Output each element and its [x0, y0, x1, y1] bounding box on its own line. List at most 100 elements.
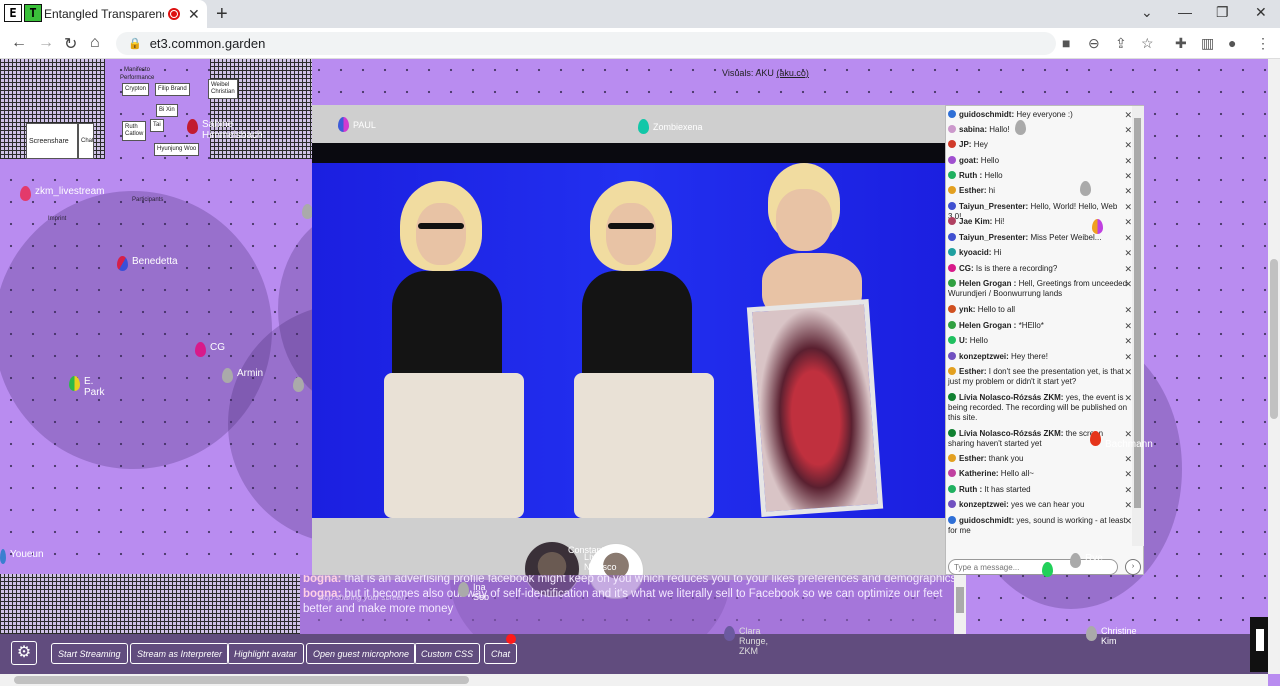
window-close-icon[interactable]: ✕	[1255, 4, 1267, 21]
start-streaming-button[interactable]: Start Streaming	[51, 643, 128, 664]
new-tab-button[interactable]: +	[216, 3, 228, 26]
share-icon[interactable]: ⇪	[1115, 35, 1127, 52]
delete-message-icon[interactable]: ✕	[1124, 485, 1132, 495]
avatar-anonymous[interactable]	[1015, 120, 1026, 135]
delete-message-icon[interactable]: ✕	[1124, 186, 1132, 196]
chat-user-dot-icon	[948, 140, 956, 148]
maximize-icon[interactable]: ❐	[1216, 4, 1229, 21]
map-node-ruth[interactable]: Ruth Catlow	[122, 121, 147, 141]
map-node-bixin[interactable]: Bi Xin	[156, 104, 178, 117]
avatar-cg[interactable]: CG	[195, 342, 225, 357]
chat-panel[interactable]: guidoschmidt: Hey everyone :) ✕ sabina: Ha…	[945, 105, 1144, 575]
delete-message-icon[interactable]: ✕	[1124, 156, 1132, 166]
screen-share-hint[interactable]: stop sharing your screen	[318, 593, 406, 602]
delete-message-icon[interactable]: ✕	[1124, 279, 1132, 289]
zoom-icon[interactable]: ⊖	[1088, 35, 1100, 52]
delete-message-icon[interactable]: ✕	[1124, 140, 1132, 150]
horizontal-scrollbar-thumb[interactable]	[14, 676, 469, 684]
open-guest-microphone-button[interactable]: Open guest microphone	[306, 643, 417, 664]
avatar-youeun[interactable]: Youeun	[0, 549, 44, 564]
delete-message-icon[interactable]: ✕	[1124, 248, 1132, 258]
custom-css-button[interactable]: Custom CSS	[414, 643, 481, 664]
settings-gear-icon[interactable]: ⚙	[11, 641, 37, 665]
avatar-lr[interactable]: LR	[1042, 562, 1070, 577]
video-figure-framed	[732, 163, 942, 518]
minimize-icon[interactable]: —	[1178, 4, 1192, 20]
camera-icon[interactable]: ■	[1062, 35, 1070, 51]
map-node-tai[interactable]: Tai	[150, 119, 164, 132]
map-node-weibel[interactable]: Weibel Christian	[208, 79, 238, 99]
delete-message-icon[interactable]: ✕	[1124, 352, 1132, 362]
avatar-anonymous-colored[interactable]	[1092, 219, 1103, 234]
profile-avatar-icon[interactable]: ●	[1228, 35, 1236, 51]
page-corner-widget[interactable]	[1250, 617, 1268, 672]
avatar-anonymous[interactable]	[1080, 181, 1091, 196]
delete-message-icon[interactable]: ✕	[1124, 336, 1132, 346]
chat-message: sabina: Hallo! ✕	[948, 125, 1132, 135]
highlight-avatar-button[interactable]: Highlight avatar	[227, 643, 304, 664]
transcript-scrollbar-thumb[interactable]	[956, 587, 964, 613]
browser-tab[interactable]: E T Entangled Transparency 3.0 ✕	[0, 0, 207, 28]
chat-scrollbar[interactable]	[1132, 106, 1144, 546]
delete-message-icon[interactable]: ✕	[1124, 321, 1132, 331]
menu-kebab-icon[interactable]: ⋮	[1256, 35, 1270, 52]
avatar-clara-runge[interactable]: Clara Runge, ZKM	[724, 626, 775, 656]
avatar-benedetta[interactable]: Benedetta	[117, 256, 178, 271]
close-tab-icon[interactable]: ✕	[188, 6, 200, 23]
avatar-armin[interactable]: Armin	[222, 368, 263, 383]
delete-message-icon[interactable]: ✕	[1124, 305, 1132, 315]
avatar-sabine[interactable]: Sabine Himmelsbach	[187, 119, 263, 141]
url-field[interactable]: 🔒 et3.common.garden	[116, 32, 1056, 55]
chat-button[interactable]: Chat	[484, 643, 518, 664]
avatar-anonymous[interactable]	[293, 377, 304, 392]
avatar-zombiexena[interactable]: Zombiexena	[638, 119, 703, 134]
avatar-ina-seb[interactable]: Ina Seb	[458, 582, 497, 602]
map-node-chat[interactable]: Chat	[78, 123, 94, 159]
visuals-credit-prefix: Visuals: AKU	[722, 68, 774, 78]
forward-icon[interactable]: →	[38, 34, 54, 52]
tab-search-icon[interactable]: ⌄	[1141, 4, 1153, 21]
map-node-filip[interactable]: Filip Brand	[155, 83, 190, 96]
avatar-rye[interactable]: Rye	[1070, 553, 1103, 568]
avatar-zkm-livestream[interactable]: zkm_livestream	[20, 186, 104, 201]
page-vertical-scrollbar[interactable]	[1268, 59, 1280, 674]
chat-message-text: Hello	[984, 171, 1003, 180]
avatar-christine-kim[interactable]: Christine Kim	[1086, 626, 1145, 646]
delete-message-icon[interactable]: ✕	[1124, 516, 1132, 526]
home-icon[interactable]: ⌂	[90, 34, 100, 52]
map-label-performance[interactable]: Performance	[120, 75, 154, 81]
map-label-manifesto[interactable]: Manifesto	[124, 67, 150, 73]
delete-message-icon[interactable]: ✕	[1124, 171, 1132, 181]
map-node-hyunjung[interactable]: Hyunjung Woo	[154, 143, 200, 156]
bookmark-star-icon[interactable]: ☆	[1141, 35, 1154, 52]
visuals-credit-link[interactable]: (aku.co)	[776, 68, 809, 78]
map-node-screenshare[interactable]: Screenshare	[26, 123, 78, 159]
stream-as-interpreter-button[interactable]: Stream as Interpreter	[130, 643, 230, 664]
delete-message-icon[interactable]: ✕	[1124, 469, 1132, 479]
map-node-crypton[interactable]: Crypton	[122, 83, 150, 96]
sidepanel-icon[interactable]: ▥	[1201, 35, 1214, 52]
delete-message-icon[interactable]: ✕	[1124, 264, 1132, 274]
delete-message-icon[interactable]: ✕	[1124, 202, 1132, 212]
chat-send-button[interactable]: ›	[1125, 559, 1141, 575]
avatar-egg-icon	[195, 342, 206, 357]
back-icon[interactable]: ←	[11, 34, 27, 52]
avatar-paul[interactable]: PAUL	[338, 117, 376, 132]
delete-message-icon[interactable]: ✕	[1124, 233, 1132, 243]
delete-message-icon[interactable]: ✕	[1124, 110, 1132, 120]
extensions-icon[interactable]: ✚	[1175, 35, 1187, 52]
reload-icon[interactable]: ↻	[64, 34, 77, 54]
delete-message-icon[interactable]: ✕	[1124, 393, 1132, 403]
delete-message-icon[interactable]: ✕	[1124, 500, 1132, 510]
avatar-bachmann[interactable]: Bachmann	[1090, 431, 1153, 450]
screenshare-panel[interactable]: PAUL Zombiexena	[312, 105, 946, 580]
vertical-scrollbar-thumb[interactable]	[1270, 259, 1278, 419]
avatar-e-park[interactable]: E. Park	[69, 376, 108, 398]
garden-canvas[interactable]: Manifesto Performance Crypton Filip Bran…	[0, 59, 1268, 674]
transcript-scrollbar[interactable]	[954, 575, 966, 635]
delete-message-icon[interactable]: ✕	[1124, 217, 1132, 227]
delete-message-icon[interactable]: ✕	[1124, 125, 1132, 135]
page-horizontal-scrollbar[interactable]	[0, 674, 1268, 686]
delete-message-icon[interactable]: ✕	[1124, 454, 1132, 464]
delete-message-icon[interactable]: ✕	[1124, 367, 1132, 377]
